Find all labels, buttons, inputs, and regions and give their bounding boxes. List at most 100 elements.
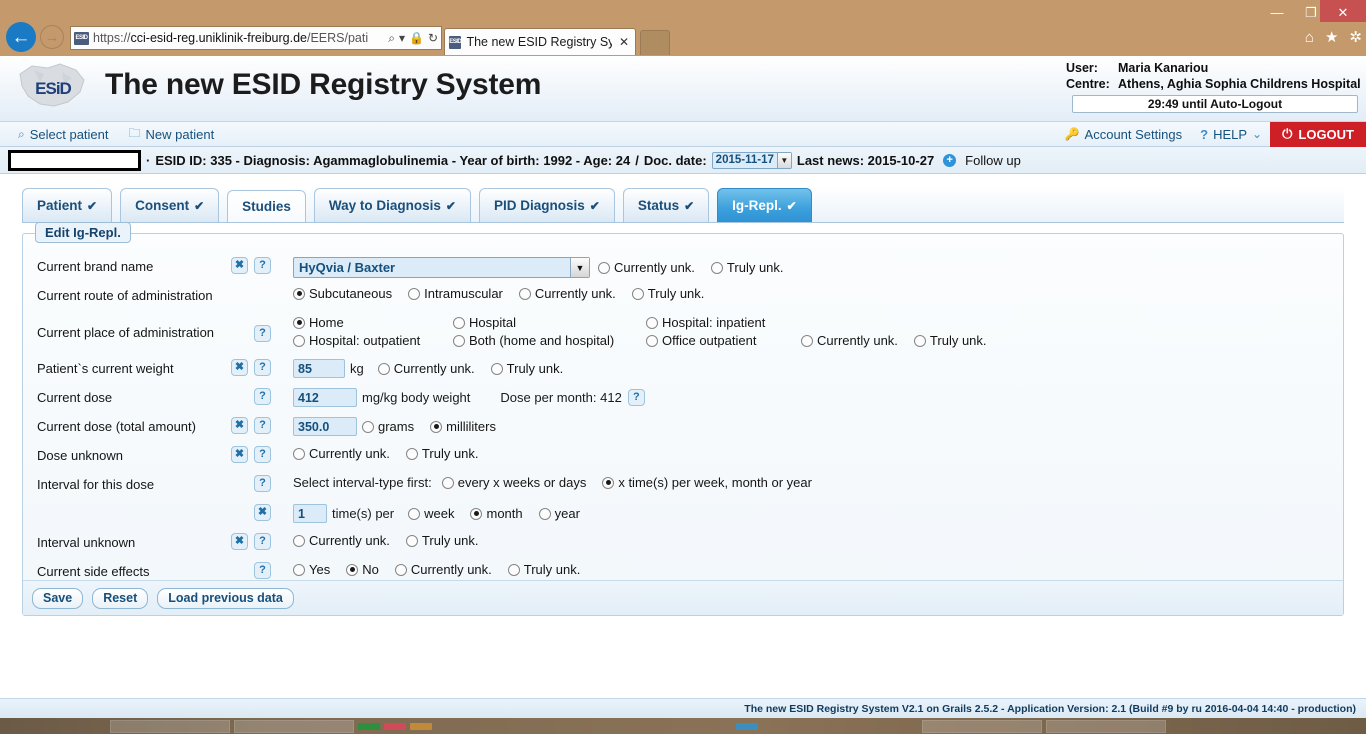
new-tab-button[interactable] — [640, 30, 670, 55]
help-button[interactable]: ? — [254, 562, 271, 579]
dose-input[interactable]: 412 — [293, 388, 357, 407]
radio-dot — [293, 447, 305, 460]
taskbar-item[interactable] — [922, 719, 1042, 733]
new-patient-link[interactable]: 🗀 New patient — [119, 124, 225, 145]
help-menu[interactable]: ? HELP ⌄ — [1192, 127, 1270, 142]
route-intramuscular-radio[interactable]: Intramuscular — [408, 286, 503, 301]
select-patient-link[interactable]: ⌕ Select patient — [8, 127, 119, 142]
clear-field-button[interactable]: ✖ — [231, 446, 248, 463]
doc-date-select[interactable]: 2015-11-17 ▼ — [711, 151, 792, 169]
place-currently-unk-radio[interactable]: Currently unk. — [801, 333, 898, 348]
help-button[interactable]: ? — [254, 325, 271, 342]
clear-field-button[interactable]: ✖ — [231, 257, 248, 274]
taskbar-chip[interactable] — [736, 722, 758, 730]
help-button[interactable]: ? — [254, 446, 271, 463]
side-effects-truly-unk-radio[interactable]: Truly unk. — [507, 562, 580, 577]
brand-truly-unk-radio[interactable]: Truly unk. — [710, 260, 784, 275]
tab-close-icon[interactable]: ✕ — [617, 35, 631, 49]
tab-patient[interactable]: Patient ✔ — [22, 188, 113, 222]
search-icon[interactable]: ⌕ — [388, 31, 395, 46]
dose-total-input[interactable]: 350.0 — [293, 417, 357, 436]
follow-up-link[interactable]: Follow up — [965, 153, 1021, 168]
side-effects-currently-unk-radio[interactable]: Currently unk. — [394, 562, 492, 577]
chevron-down-icon[interactable]: ▾ — [399, 31, 405, 45]
close-button[interactable]: ✕ — [1320, 0, 1366, 24]
radio-label: Truly unk. — [647, 286, 705, 301]
place-home-radio[interactable]: Home — [293, 315, 344, 330]
place-hospital-radio[interactable]: Hospital — [453, 315, 516, 330]
tab-studies[interactable]: Studies — [227, 190, 306, 222]
settings-gear-icon[interactable]: ✲ — [1349, 30, 1362, 45]
taskbar-item[interactable] — [234, 719, 354, 733]
side-effects-yes-radio[interactable]: Yes — [293, 562, 330, 577]
help-button[interactable]: ? — [254, 359, 271, 376]
form-actions: Save Reset Load previous data — [23, 580, 1343, 615]
refresh-icon[interactable]: ↻ — [428, 31, 438, 45]
place-hospital-inpatient-radio[interactable]: Hospital: inpatient — [646, 315, 765, 330]
reset-button[interactable]: Reset — [92, 587, 149, 609]
place-hospital-outpatient-radio[interactable]: Hospital: outpatient — [293, 333, 420, 348]
load-previous-data-button[interactable]: Load previous data — [157, 587, 294, 609]
radio-dot — [453, 334, 465, 347]
help-button[interactable]: ? — [627, 389, 645, 406]
dose-unknown-currently-radio[interactable]: Currently unk. — [293, 446, 390, 461]
dose-unknown-truly-radio[interactable]: Truly unk. — [405, 446, 479, 461]
interval-times-input[interactable]: 1 — [293, 504, 327, 523]
clear-field-button[interactable]: ✖ — [231, 533, 248, 550]
place-both-radio[interactable]: Both (home and hospital) — [453, 333, 614, 348]
clear-field-button[interactable]: ✖ — [231, 417, 248, 434]
help-button[interactable]: ? — [254, 257, 271, 274]
side-effects-no-radio[interactable]: No — [346, 562, 379, 577]
back-icon[interactable]: ← — [6, 22, 36, 52]
tab-pid-diagnosis[interactable]: PID Diagnosis ✔ — [478, 188, 615, 222]
help-button[interactable]: ? — [254, 475, 271, 492]
clear-interval-button[interactable]: ✖ — [254, 504, 271, 521]
interval-x-times-radio[interactable]: x time(s) per week, month or year — [602, 475, 812, 490]
help-button[interactable]: ? — [254, 533, 271, 550]
favorites-icon[interactable]: ★ — [1325, 30, 1338, 45]
dose-total-grams-radio[interactable]: grams — [362, 419, 414, 434]
interval-unknown-currently-radio[interactable]: Currently unk. — [293, 533, 390, 548]
route-currently-unk-radio[interactable]: Currently unk. — [518, 286, 616, 301]
route-subcutaneous-radio[interactable]: Subcutaneous — [293, 286, 392, 301]
plus-circle-icon[interactable]: + — [943, 153, 957, 167]
weight-truly-unk-radio[interactable]: Truly unk. — [490, 361, 563, 376]
logout-button[interactable]: ⏻ LOGOUT — [1270, 121, 1366, 147]
browser-tab[interactable]: ESID The new ESID Registry Syste... ✕ — [444, 28, 636, 55]
interval-unknown-truly-radio[interactable]: Truly unk. — [405, 533, 479, 548]
interval-every-x-radio[interactable]: every x weeks or days — [441, 475, 586, 490]
weight-input[interactable]: 85 — [293, 359, 345, 378]
account-settings-link[interactable]: 🔑 Account Settings — [1055, 127, 1193, 142]
taskbar-chip[interactable] — [358, 722, 380, 730]
address-bar[interactable]: ESID https://cci-esid-reg.uniklinik-frei… — [70, 26, 442, 50]
brand-name-select[interactable]: HyQvia / Baxter ▼ — [293, 257, 590, 278]
taskbar-item[interactable] — [110, 719, 230, 733]
place-office-outpatient-radio[interactable]: Office outpatient — [646, 333, 756, 348]
tab-ig-repl[interactable]: Ig-Repl. ✔ — [717, 188, 812, 222]
place-truly-unk-radio[interactable]: Truly unk. — [913, 333, 987, 348]
clear-field-button[interactable]: ✖ — [231, 359, 248, 376]
weight-currently-unk-radio[interactable]: Currently unk. — [377, 361, 475, 376]
tab-status[interactable]: Status ✔ — [622, 188, 710, 222]
help-button[interactable]: ? — [254, 388, 271, 405]
chevron-down-icon: ▼ — [570, 258, 589, 277]
interval-year-radio[interactable]: year — [538, 506, 580, 521]
save-button[interactable]: Save — [32, 587, 84, 609]
forward-icon[interactable]: → — [40, 25, 64, 49]
brand-currently-unk-radio[interactable]: Currently unk. — [598, 260, 695, 275]
taskbar-chip[interactable] — [384, 722, 406, 730]
dose-total-milliliters-radio[interactable]: milliliters — [430, 419, 496, 434]
taskbar-chip[interactable] — [410, 722, 432, 730]
label-interval-for-dose: Interval for this dose — [37, 477, 155, 492]
help-button[interactable]: ? — [254, 417, 271, 434]
interval-month-radio[interactable]: month — [470, 506, 523, 521]
tab-consent[interactable]: Consent ✔ — [120, 188, 220, 222]
interval-week-radio[interactable]: week — [408, 506, 454, 521]
home-icon[interactable]: ⌂ — [1305, 30, 1314, 45]
tab-way-to-diagnosis[interactable]: Way to Diagnosis ✔ — [313, 188, 471, 222]
route-truly-unk-radio[interactable]: Truly unk. — [631, 286, 705, 301]
radio-dot — [293, 563, 305, 576]
minimize-button[interactable]: — — [1260, 0, 1294, 24]
taskbar-item[interactable] — [1046, 719, 1166, 733]
logout-label: LOGOUT — [1298, 126, 1354, 142]
